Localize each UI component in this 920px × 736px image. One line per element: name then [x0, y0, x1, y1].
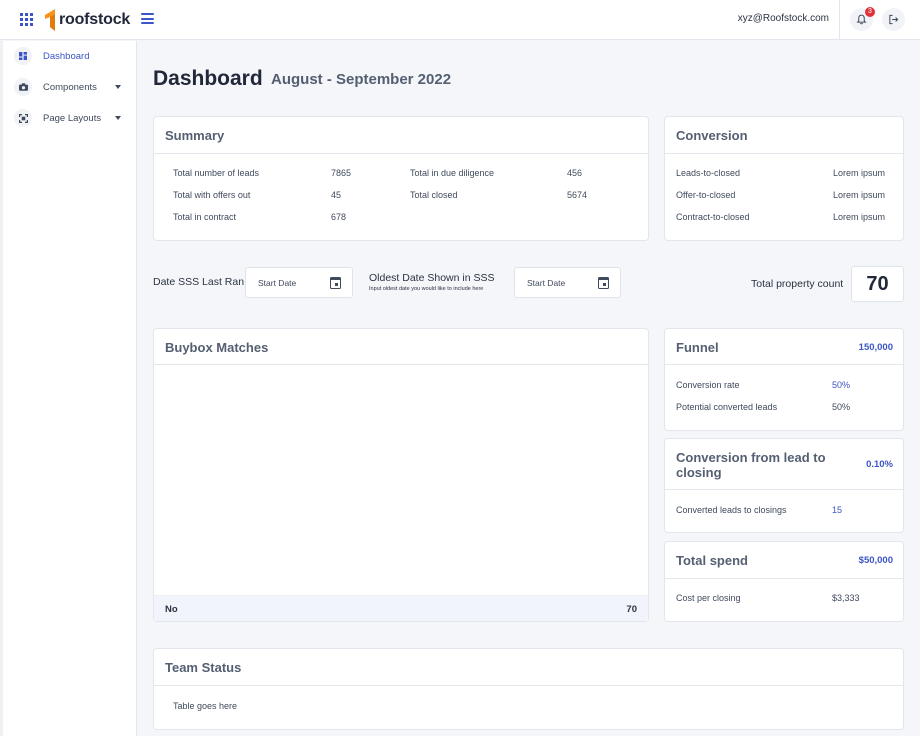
bell-icon: [856, 14, 867, 25]
chevron-down-icon[interactable]: [115, 85, 121, 89]
total-property-count-value: 70: [851, 266, 904, 302]
logout-button[interactable]: [882, 8, 905, 31]
buybox-footer-value: 70: [626, 604, 637, 615]
summary-label: Total number of leads: [173, 168, 260, 178]
total-spend-card: Total spend $50,000 Cost per closing $3,…: [664, 541, 904, 622]
summary-card-header: Summary: [154, 117, 648, 154]
conversion-label: Leads-to-closed: [676, 168, 741, 178]
logout-icon: [889, 14, 899, 25]
sidebar-edge: [0, 41, 3, 736]
funnel-label: Potential converted leads: [676, 402, 778, 412]
funnel-card-header: Funnel 150,000: [665, 329, 903, 365]
funnel-label: Conversion rate: [676, 380, 740, 390]
conversion-value: Lorem ipsum: [832, 190, 885, 200]
funnel-card: Funnel 150,000 Conversion rate 50% Poten…: [664, 328, 904, 431]
team-status-title: Team Status: [165, 660, 242, 675]
layout-icon: [14, 109, 32, 127]
team-status-header: Team Status: [154, 649, 903, 686]
conversion-value: Lorem ipsum: [832, 168, 885, 178]
oldest-date-hint: Input oldest date you would like to incl…: [369, 286, 484, 292]
chevron-down-icon[interactable]: [115, 116, 121, 120]
summary-label: Total in contract: [173, 212, 237, 222]
total-property-count-label: Total property count: [751, 278, 844, 290]
funnel-title: Funnel: [676, 340, 719, 355]
buybox-footer-label: No: [165, 604, 178, 615]
total-spend-title: Total spend: [676, 553, 748, 568]
date-input-placeholder: Start Date: [527, 277, 566, 288]
topbar-divider: [839, 0, 840, 40]
total-spend-header: Total spend $50,000: [665, 542, 903, 579]
summary-value: 678: [331, 212, 347, 222]
conversion-card: Conversion Leads-to-closed Lorem ipsum O…: [664, 116, 904, 241]
team-status-card: Team Status Table goes here: [153, 648, 904, 730]
conversion-value: Lorem ipsum: [832, 212, 885, 222]
last-ran-label: Date SSS Last Ran: [153, 276, 245, 288]
oldest-date-label: Oldest Date Shown in SSS: [369, 272, 495, 284]
buybox-card-header: Buybox Matches: [154, 329, 648, 365]
buybox-matches-card: Buybox Matches No 70: [153, 328, 649, 622]
lead-to-closing-card: Conversion from lead to closing 0.10% Co…: [664, 438, 904, 533]
sidebar-item-label: Components: [43, 81, 97, 93]
date-input-placeholder: Start Date: [258, 277, 297, 288]
brand-logo[interactable]: roofstock: [43, 8, 130, 32]
user-email: xyz@Roofstock.com: [737, 13, 829, 24]
total-spend-row-value: $3,333: [832, 593, 860, 603]
lead-to-closing-title-line1: Conversion from lead to: [676, 450, 826, 465]
summary-label: Total with offers out: [173, 190, 251, 200]
conversion-label: Offer-to-closed: [676, 190, 736, 200]
conversion-card-header: Conversion: [665, 117, 903, 154]
lead-to-closing-value: 15: [832, 505, 843, 515]
roofstock-logo-icon: [45, 9, 55, 31]
page-date-range: August - September 2022: [271, 71, 452, 88]
summary-label: Total in due diligence: [410, 168, 495, 178]
hamburger-menu-icon[interactable]: [141, 13, 154, 24]
summary-value: 5674: [567, 190, 588, 200]
total-spend-label: Cost per closing: [676, 593, 741, 603]
conversion-title: Conversion: [676, 128, 748, 143]
summary-value: 7865: [331, 168, 352, 178]
lead-to-closing-rate: 0.10%: [866, 459, 893, 470]
calendar-icon[interactable]: [330, 277, 341, 289]
summary-card: Summary Total number of leads 7865 Total…: [153, 116, 649, 241]
sidebar-item-dashboard[interactable]: Dashboard: [14, 46, 124, 66]
buybox-title: Buybox Matches: [165, 340, 269, 355]
funnel-total: 150,000: [858, 342, 893, 353]
last-ran-date-input[interactable]: Start Date: [245, 267, 353, 298]
page-title: Dashboard: [153, 67, 263, 90]
lead-to-closing-title-line2: closing: [676, 465, 722, 480]
summary-title: Summary: [165, 128, 225, 143]
summary-label: Total closed: [410, 190, 458, 200]
team-status-body: Table goes here: [173, 701, 238, 711]
summary-value: 45: [331, 190, 342, 200]
top-bar: roofstock xyz@Roofstock.com 3: [0, 0, 920, 40]
notification-count-badge: 3: [865, 7, 875, 17]
sidebar-item-label: Page Layouts: [43, 112, 102, 124]
funnel-value: 50%: [832, 380, 851, 390]
oldest-date-input[interactable]: Start Date: [514, 267, 621, 298]
lead-to-closing-header: Conversion from lead to closing 0.10%: [665, 439, 903, 490]
lead-to-closing-title: Conversion from lead to closing: [676, 450, 826, 480]
sidebar: [0, 41, 137, 736]
sidebar-item-components[interactable]: Components: [14, 77, 124, 97]
brand-name: roofstock: [59, 11, 131, 28]
sidebar-item-page-layouts[interactable]: Page Layouts: [14, 108, 124, 128]
conversion-label: Contract-to-closed: [676, 212, 750, 222]
lead-to-closing-label: Converted leads to closings: [676, 505, 787, 515]
apps-grid-icon[interactable]: [20, 13, 33, 26]
sidebar-item-label: Dashboard: [43, 50, 90, 62]
calendar-icon[interactable]: [598, 277, 609, 289]
buybox-footer-row: No 70: [154, 595, 648, 621]
total-spend-value: $50,000: [858, 555, 893, 566]
dashboard-icon: [14, 47, 32, 65]
funnel-value: 50%: [832, 402, 851, 412]
summary-value: 456: [567, 168, 583, 178]
camera-icon: [14, 78, 32, 96]
